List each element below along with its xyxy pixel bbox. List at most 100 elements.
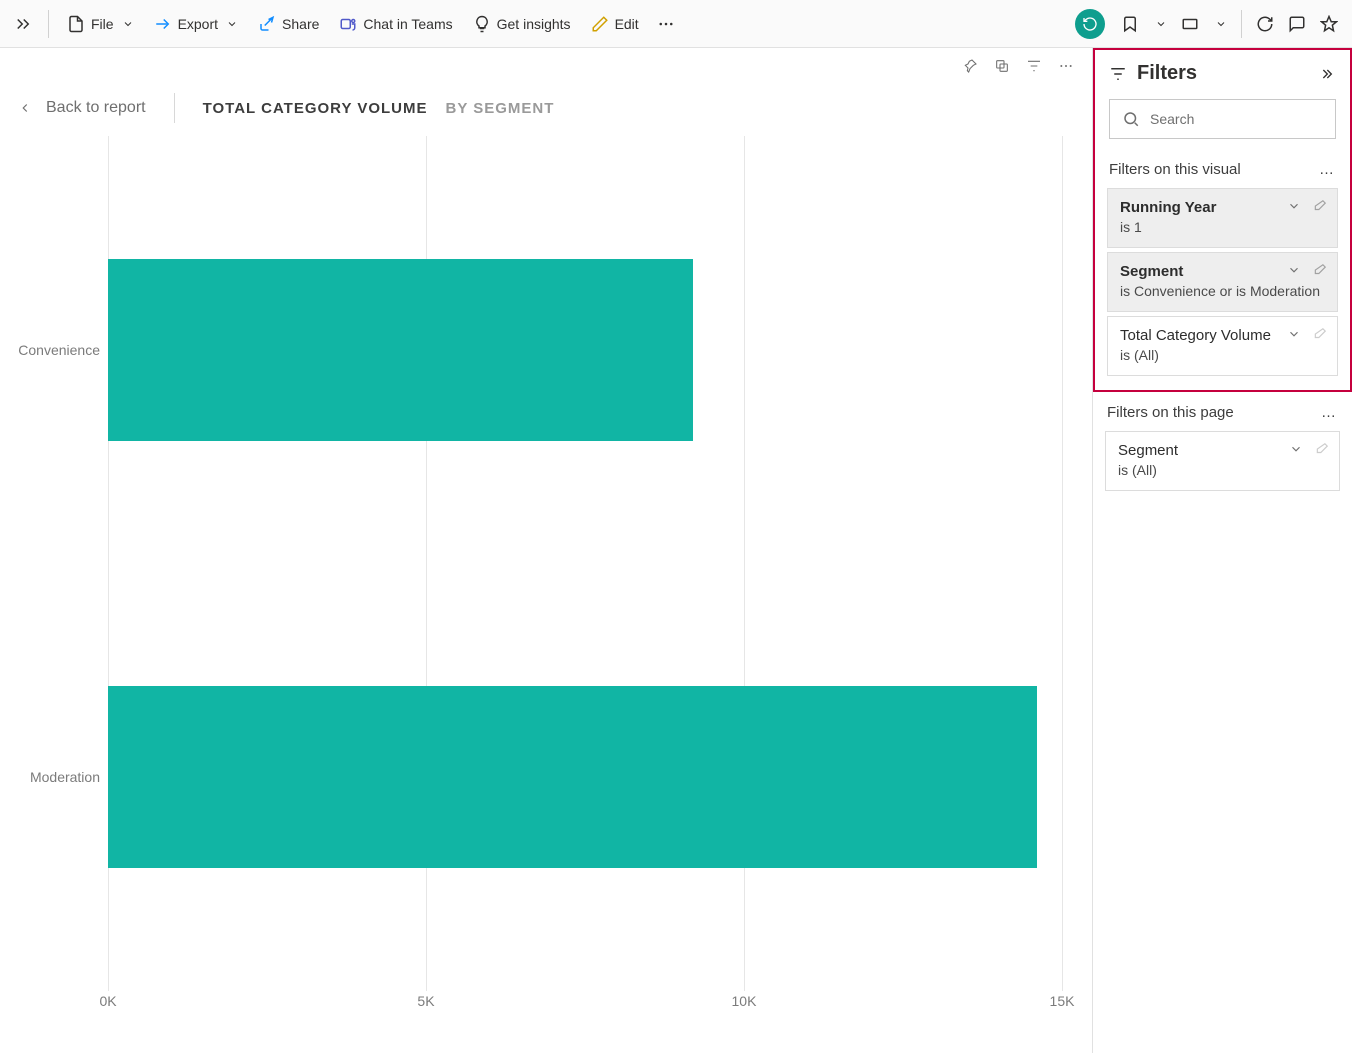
copy-button[interactable]: [994, 58, 1010, 77]
edit-label: Edit: [615, 16, 639, 32]
filter-card-segment[interactable]: Segment is Convenience or is Moderation: [1107, 252, 1338, 312]
search-placeholder: Search: [1150, 111, 1194, 127]
filter-card-running-year[interactable]: Running Year is 1: [1107, 188, 1338, 248]
chevron-down-icon[interactable]: [1287, 199, 1301, 213]
insights-button[interactable]: Get insights: [465, 6, 579, 42]
reset-icon: [1082, 16, 1098, 32]
section-more-button[interactable]: …: [1319, 161, 1336, 178]
plot-area: 0K5K10K15K: [108, 136, 1062, 1013]
bar-row: [108, 615, 1062, 940]
refresh-icon: [1256, 15, 1274, 33]
export-icon: [154, 15, 172, 33]
visual-action-bar: [0, 48, 1092, 86]
filter-value: is 1: [1120, 218, 1325, 237]
back-to-report-button[interactable]: Back to report: [18, 99, 146, 117]
rectangle-icon: [1181, 15, 1199, 33]
comments-button[interactable]: [1282, 6, 1312, 42]
grid-line: [1062, 136, 1063, 991]
content-area: Back to report TOTAL CATEGORY VOLUME BY …: [0, 48, 1352, 1053]
collapse-pane-button[interactable]: [1320, 66, 1336, 82]
section-label: Filters on this page: [1107, 404, 1234, 421]
filter-value: is (All): [1120, 346, 1325, 365]
filter-icon: [1026, 58, 1042, 74]
copy-icon: [994, 58, 1010, 74]
x-tick-label: 5K: [417, 993, 434, 1009]
bookmark-menu[interactable]: [1147, 6, 1173, 42]
filters-highlight-box: Filters Search Filters on this visual … …: [1093, 48, 1352, 392]
chevron-down-icon: [1155, 18, 1167, 30]
filter-card-total-category-volume[interactable]: Total Category Volume is (All): [1107, 316, 1338, 376]
y-label: Moderation: [30, 769, 100, 785]
more-options-button[interactable]: [651, 6, 681, 42]
view-button[interactable]: [1175, 6, 1205, 42]
pin-button[interactable]: [962, 58, 978, 77]
search-icon: [1122, 110, 1140, 128]
section-filters-visual: Filters on this visual …: [1095, 149, 1350, 184]
eraser-icon[interactable]: [1313, 263, 1327, 277]
expand-ribbon-button[interactable]: [8, 6, 38, 42]
y-axis-labels: Convenience Moderation: [8, 136, 108, 1013]
share-label: Share: [282, 16, 319, 32]
more-visual-button[interactable]: [1058, 58, 1074, 77]
filter-value: is (All): [1118, 461, 1327, 480]
export-menu[interactable]: Export: [146, 6, 246, 42]
reset-button[interactable]: [1075, 9, 1105, 39]
edit-button[interactable]: Edit: [583, 6, 647, 42]
chevron-down-icon[interactable]: [1289, 442, 1303, 456]
main-area: Back to report TOTAL CATEGORY VOLUME BY …: [0, 48, 1092, 1053]
chevron-down-icon: [122, 18, 134, 30]
teams-icon: [339, 15, 357, 33]
share-button[interactable]: Share: [250, 6, 327, 42]
favorite-button[interactable]: [1314, 6, 1344, 42]
chevron-down-icon: [226, 18, 238, 30]
more-horizontal-icon: [657, 15, 675, 33]
filter-icon: [1109, 65, 1127, 83]
refresh-button[interactable]: [1250, 6, 1280, 42]
chat-icon: [1288, 15, 1306, 33]
bar-row: [108, 187, 1062, 512]
eraser-icon[interactable]: [1313, 199, 1327, 213]
bar[interactable]: [108, 686, 1037, 868]
filters-header: Filters: [1095, 50, 1350, 95]
star-icon: [1320, 15, 1338, 33]
section-label: Filters on this visual: [1109, 161, 1241, 178]
toolbar-right-group: [1075, 6, 1344, 42]
chart-area: Convenience Moderation 0K 5K 10K 15K: [0, 130, 1092, 1053]
x-tick-label: 15K: [1050, 993, 1075, 1009]
share-icon: [258, 15, 276, 33]
chat-teams-button[interactable]: Chat in Teams: [331, 6, 460, 42]
chevron-down-icon[interactable]: [1287, 263, 1301, 277]
eraser-icon[interactable]: [1315, 442, 1329, 456]
x-tick-label: 10K: [732, 993, 757, 1009]
file-menu[interactable]: File: [59, 6, 142, 42]
insights-label: Get insights: [497, 16, 571, 32]
teams-label: Chat in Teams: [363, 16, 452, 32]
bookmark-icon: [1121, 15, 1139, 33]
filters-pane: Filters Search Filters on this visual … …: [1092, 48, 1352, 1053]
tab-by-segment[interactable]: BY SEGMENT: [446, 100, 555, 117]
tab-total-category-volume[interactable]: TOTAL CATEGORY VOLUME: [203, 100, 428, 117]
chevron-down-icon[interactable]: [1287, 327, 1301, 341]
chevron-left-icon: [18, 101, 32, 115]
filters-search-input[interactable]: Search: [1109, 99, 1336, 139]
filter-card-page-segment[interactable]: Segment is (All): [1105, 431, 1340, 491]
pin-icon: [962, 58, 978, 74]
x-axis-labels: 0K5K10K15K: [108, 993, 1062, 1013]
y-label: Convenience: [18, 342, 100, 358]
bars-container: [108, 136, 1062, 991]
x-tick-label: 0K: [99, 993, 116, 1009]
filter-value: is Convenience or is Moderation: [1120, 282, 1325, 301]
section-more-button[interactable]: …: [1321, 404, 1338, 421]
eraser-icon[interactable]: [1313, 327, 1327, 341]
more-horizontal-icon: [1058, 58, 1074, 74]
view-menu[interactable]: [1207, 6, 1233, 42]
file-label: File: [91, 16, 114, 32]
filter-button[interactable]: [1026, 58, 1042, 77]
breadcrumb-row: Back to report TOTAL CATEGORY VOLUME BY …: [0, 86, 1092, 130]
bar[interactable]: [108, 259, 693, 441]
app-toolbar: File Export Share Chat in Teams Get insi…: [0, 0, 1352, 48]
section-filters-page: Filters on this page …: [1093, 392, 1352, 427]
bookmark-button[interactable]: [1115, 6, 1145, 42]
back-label: Back to report: [46, 99, 146, 117]
chevron-down-icon: [1215, 18, 1227, 30]
